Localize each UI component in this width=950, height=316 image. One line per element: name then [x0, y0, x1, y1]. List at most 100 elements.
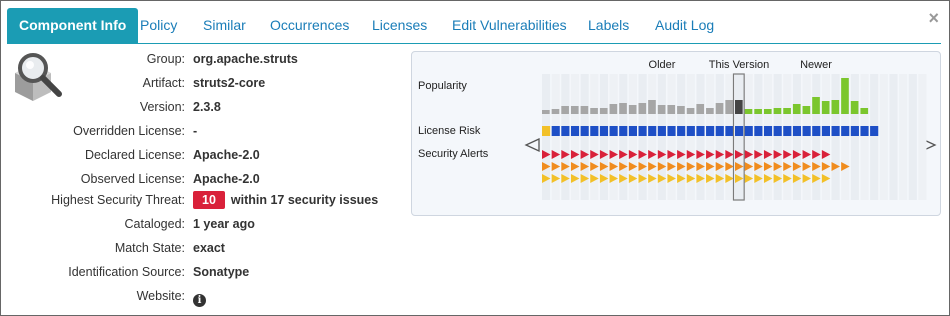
license-risk-row-label: License Risk: [418, 125, 481, 137]
popularity-bar: [744, 109, 753, 114]
popularity-bar: [667, 105, 676, 114]
popularity-bar: [686, 108, 695, 114]
license-risk-square: [561, 126, 570, 136]
grid-column: [899, 74, 908, 200]
popularity-bar: [657, 105, 666, 114]
popularity-bar: [754, 109, 762, 114]
license-risk-square: [638, 126, 647, 136]
license-risk-square: [802, 126, 811, 136]
popularity-bar: [619, 103, 627, 114]
overridden-license-label: Overridden License:: [73, 124, 185, 138]
cataloged-label: Cataloged:: [124, 217, 185, 231]
version-graph-panel: Older This Version Newer Popularity Lice…: [411, 51, 941, 216]
license-risk-square: [715, 126, 724, 136]
license-risk-square: [677, 126, 686, 136]
info-icon[interactable]: i: [193, 294, 206, 307]
grid-column: [918, 74, 927, 200]
license-risk-square: [686, 126, 695, 136]
license-risk-square: [860, 126, 869, 136]
popularity-bar: [590, 108, 598, 114]
license-risk-square: [735, 126, 744, 136]
tab-component-info[interactable]: Component Info: [7, 8, 139, 43]
popularity-bar: [715, 103, 724, 114]
declared-license-value: Apache-2.0: [193, 148, 260, 162]
grid-column: [908, 74, 917, 200]
license-risk-square: [667, 126, 676, 136]
license-risk-square: [744, 126, 753, 136]
popularity-bar: [802, 106, 811, 114]
grid-column: [889, 74, 898, 200]
tab-audit-log[interactable]: Audit Log: [655, 8, 714, 43]
website-row: Website: i: [1, 286, 949, 307]
component-details-dialog: Component Info Policy Similar Occurrence…: [0, 0, 950, 316]
popularity-bar: [542, 110, 550, 114]
this-version-header: This Version: [709, 59, 770, 71]
website-label: Website:: [136, 289, 185, 303]
license-risk-square: [696, 126, 705, 136]
threat-count-text: within 17 security issues: [230, 193, 379, 207]
license-risk-square: [812, 126, 821, 136]
popularity-bar: [628, 105, 637, 114]
identification-source-value: Sonatype: [193, 265, 250, 279]
tab-licenses[interactable]: Licenses: [372, 8, 427, 43]
popularity-bar: [696, 104, 705, 114]
match-state-row: Match State: exact: [1, 238, 949, 258]
older-header: Older: [649, 59, 676, 71]
highest-threat-value: 10 within 17 security issues: [193, 190, 378, 210]
group-value: org.apache.struts: [193, 52, 298, 66]
tab-policy[interactable]: Policy: [140, 8, 177, 43]
tab-occurrences[interactable]: Occurrences: [270, 8, 349, 43]
tab-bar: Component Info Policy Similar Occurrence…: [1, 1, 949, 44]
popularity-bar: [725, 100, 733, 114]
popularity-bar: [570, 106, 579, 114]
popularity-bar: [609, 104, 618, 114]
tab-edit-vulnerabilities[interactable]: Edit Vulnerabilities: [452, 8, 567, 43]
license-risk-square: [754, 126, 763, 136]
license-risk-square: [609, 126, 618, 136]
popularity-bar: [735, 100, 743, 114]
match-state-value: exact: [193, 241, 225, 255]
license-risk-square: [706, 126, 715, 136]
observed-license-label: Observed License:: [80, 172, 185, 186]
license-risk-square: [831, 126, 840, 136]
popularity-bar: [561, 106, 569, 114]
popularity-bar: [850, 101, 859, 114]
popularity-bar: [831, 100, 840, 114]
license-risk-square: [725, 126, 734, 136]
identification-source-row: Identification Source: Sonatype: [1, 262, 949, 282]
license-risk-square: [619, 126, 628, 136]
tab-labels[interactable]: Labels: [588, 8, 629, 43]
license-risk-square: [783, 126, 792, 136]
observed-license-value: Apache-2.0: [193, 172, 260, 186]
group-label: Group:: [146, 52, 185, 66]
grid-column: [850, 74, 859, 200]
popularity-bar: [599, 108, 608, 114]
popularity-bar: [677, 106, 685, 114]
license-risk-square: [850, 126, 859, 136]
match-state-label: Match State:: [114, 241, 185, 255]
artifact-label: Artifact:: [142, 76, 185, 90]
newer-header: Newer: [800, 59, 832, 71]
popularity-bar: [841, 78, 849, 114]
popularity-bar: [551, 109, 560, 114]
grid-column: [831, 74, 840, 200]
highest-threat-label: Highest Security Threat:: [51, 193, 185, 207]
grid-column: [879, 74, 888, 200]
grid-column: [870, 74, 879, 200]
license-risk-square: [580, 126, 589, 136]
license-risk-square: [628, 126, 637, 136]
tab-similar[interactable]: Similar: [203, 8, 246, 43]
license-risk-square: [570, 126, 580, 136]
grid-column: [860, 74, 869, 200]
version-graph: Older This Version Newer Popularity Lice…: [418, 59, 937, 201]
popularity-bar: [638, 103, 647, 114]
close-icon[interactable]: ×: [928, 8, 939, 29]
popularity-bar: [648, 100, 656, 114]
popularity-row-label: Popularity: [418, 80, 467, 92]
popularity-bar: [763, 109, 772, 114]
popularity-bar: [812, 97, 820, 114]
cataloged-value: 1 year ago: [193, 217, 255, 231]
version-label: Version:: [139, 100, 185, 114]
triangle-left-icon[interactable]: [524, 137, 540, 153]
popularity-bar: [821, 101, 830, 114]
